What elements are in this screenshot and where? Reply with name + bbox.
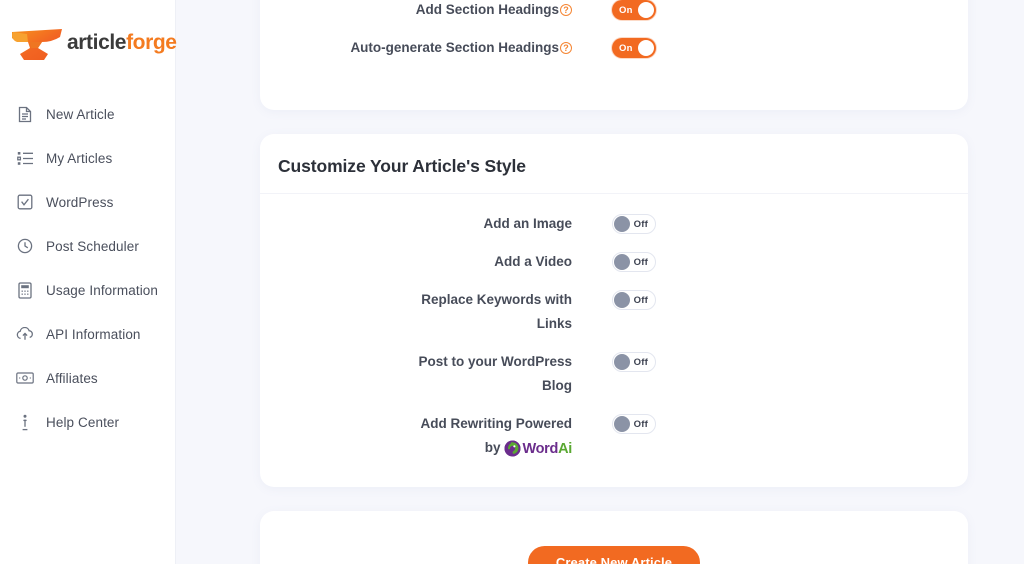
- option-control: Off: [572, 288, 656, 310]
- option-row-add-section-headings: Add Section Headings? On: [260, 0, 968, 22]
- option-label-text: Add Rewriting Powered: [420, 416, 572, 431]
- section-headings-rows: Add Section Headings? On Auto-generate S…: [260, 0, 968, 60]
- option-label-text: Post to your WordPress: [418, 354, 572, 369]
- option-label: Auto-generate Section Headings?: [260, 36, 572, 60]
- option-label: Post to your WordPress Blog: [260, 350, 572, 398]
- option-control: Off: [572, 212, 656, 234]
- wordai-wordmark: WordAi: [523, 437, 573, 461]
- option-label-text: Replace Keywords with: [421, 292, 572, 307]
- document-icon: [16, 105, 34, 123]
- action-card: Create New Article: [260, 510, 968, 564]
- toggle-state-label: Off: [633, 356, 648, 368]
- sidebar-item-new-article[interactable]: New Article: [0, 92, 175, 136]
- option-row-replace-keywords-with-links: Replace Keywords with Links Off: [260, 288, 968, 336]
- sidebar-item-help-center[interactable]: Help Center: [0, 400, 175, 444]
- sidebar-item-label: Affiliates: [46, 370, 98, 386]
- toggle-knob: [614, 254, 630, 270]
- option-label-text-line2: Headings: [498, 40, 559, 55]
- option-label-text: Auto-generate Section: [350, 40, 495, 55]
- wordai-head-icon: [504, 440, 520, 457]
- sidebar: articleforge New Article My Articles Wor…: [0, 0, 177, 564]
- question-circle-icon[interactable]: ?: [560, 4, 572, 16]
- toggle-add-a-video[interactable]: Off: [612, 252, 656, 272]
- toggle-state-label: Off: [633, 256, 648, 268]
- brand-name-part2: forge: [126, 30, 177, 54]
- app-root: articleforge New Article My Articles Wor…: [0, 0, 1024, 564]
- sidebar-item-label: WordPress: [46, 194, 114, 210]
- option-label-text: Add Section Headings: [415, 2, 559, 17]
- anvil-icon: [12, 29, 62, 60]
- checkbox-square-icon: [16, 193, 34, 211]
- toggle-add-rewriting-powered-by-wordai[interactable]: Off: [612, 414, 656, 434]
- cloud-upload-icon: [16, 325, 34, 343]
- option-control: On: [572, 0, 656, 20]
- toggle-state-label: Off: [633, 418, 648, 430]
- option-row-add-rewriting-powered-by-wordai: Add Rewriting Powered by WordAi Off: [260, 412, 968, 461]
- option-label: Replace Keywords with Links: [260, 288, 572, 336]
- question-circle-icon[interactable]: ?: [560, 42, 572, 54]
- option-label-text-line2: Blog: [542, 378, 572, 393]
- main-content: Add Section Headings? On Auto-generate S…: [176, 0, 1024, 564]
- toggle-knob: [614, 354, 630, 370]
- sidebar-item-label: Usage Information: [46, 282, 159, 298]
- card-header: Customize Your Article's Style: [260, 134, 968, 194]
- sidebar-item-my-articles[interactable]: My Articles: [0, 136, 175, 180]
- wordai-text-part1: Word: [522, 440, 559, 457]
- sidebar-item-post-scheduler[interactable]: Post Scheduler: [0, 224, 175, 268]
- clock-icon: [16, 237, 34, 255]
- toggle-knob: [638, 40, 654, 56]
- style-option-rows: Add an Image Off Add a Video Off Replace…: [260, 194, 968, 487]
- option-label: Add a Video: [494, 254, 572, 269]
- brand-logo[interactable]: articleforge: [0, 0, 177, 70]
- toggle-replace-keywords-with-links[interactable]: Off: [612, 290, 656, 310]
- option-label-text-line2: by: [484, 440, 501, 455]
- wordai-text-part2: Ai: [558, 440, 572, 457]
- option-control: Off: [572, 350, 656, 372]
- sidebar-item-affiliates[interactable]: Affiliates: [0, 356, 175, 400]
- option-label-text-line2: Links: [536, 316, 572, 331]
- toggle-knob: [614, 216, 630, 232]
- page-title: Customize Your Article's Style: [278, 156, 526, 176]
- option-row-add-an-image: Add an Image Off: [260, 212, 968, 236]
- sidebar-item-label: New Article: [46, 106, 115, 122]
- info-person-icon: [16, 413, 34, 431]
- option-control: On: [572, 36, 656, 58]
- toggle-state-label: On: [619, 4, 633, 16]
- toggle-state-label: Off: [633, 294, 648, 306]
- sidebar-item-label: API Information: [46, 326, 141, 342]
- banknote-icon: [16, 369, 34, 387]
- toggle-knob: [614, 416, 630, 432]
- option-label: Add Rewriting Powered by WordAi: [260, 412, 572, 461]
- customize-style-card: Customize Your Article's Style Add an Im…: [260, 134, 968, 487]
- sidebar-item-label: Post Scheduler: [46, 238, 139, 254]
- toggle-auto-generate-section-headings[interactable]: On: [612, 38, 656, 58]
- option-control: Off: [572, 412, 656, 434]
- sidebar-item-usage-information[interactable]: Usage Information: [0, 268, 175, 312]
- toggle-state-label: Off: [633, 218, 648, 230]
- option-control: Off: [572, 250, 656, 272]
- sidebar-item-label: Help Center: [46, 414, 120, 430]
- option-label: Add Section Headings?: [260, 0, 572, 22]
- toggle-knob: [614, 292, 630, 308]
- toggle-post-to-your-wordpress-blog[interactable]: Off: [612, 352, 656, 372]
- toggle-add-an-image[interactable]: Off: [612, 214, 656, 234]
- list-icon: [16, 149, 34, 167]
- toggle-add-section-headings[interactable]: On: [612, 0, 656, 20]
- option-row-auto-generate-section-headings: Auto-generate Section Headings? On: [260, 36, 968, 60]
- brand-name-part1: article: [67, 30, 127, 54]
- sidebar-item-api-information[interactable]: API Information: [0, 312, 175, 356]
- toggle-state-label: On: [619, 42, 633, 54]
- brand-name: articleforge: [67, 32, 177, 53]
- wordai-logo[interactable]: WordAi: [504, 437, 573, 461]
- option-label: Add an Image: [483, 216, 572, 231]
- sidebar-item-label: My Articles: [46, 150, 113, 166]
- sidebar-nav: New Article My Articles WordPress Post S…: [0, 92, 175, 444]
- option-row-add-a-video: Add a Video Off: [260, 250, 968, 274]
- toggle-knob: [638, 2, 654, 18]
- section-headings-card: Add Section Headings? On Auto-generate S…: [260, 0, 968, 110]
- option-row-post-to-your-wordpress-blog: Post to your WordPress Blog Off: [260, 350, 968, 398]
- calculator-icon: [16, 281, 34, 299]
- sidebar-item-wordpress[interactable]: WordPress: [0, 180, 175, 224]
- create-new-article-button[interactable]: Create New Article: [527, 546, 701, 564]
